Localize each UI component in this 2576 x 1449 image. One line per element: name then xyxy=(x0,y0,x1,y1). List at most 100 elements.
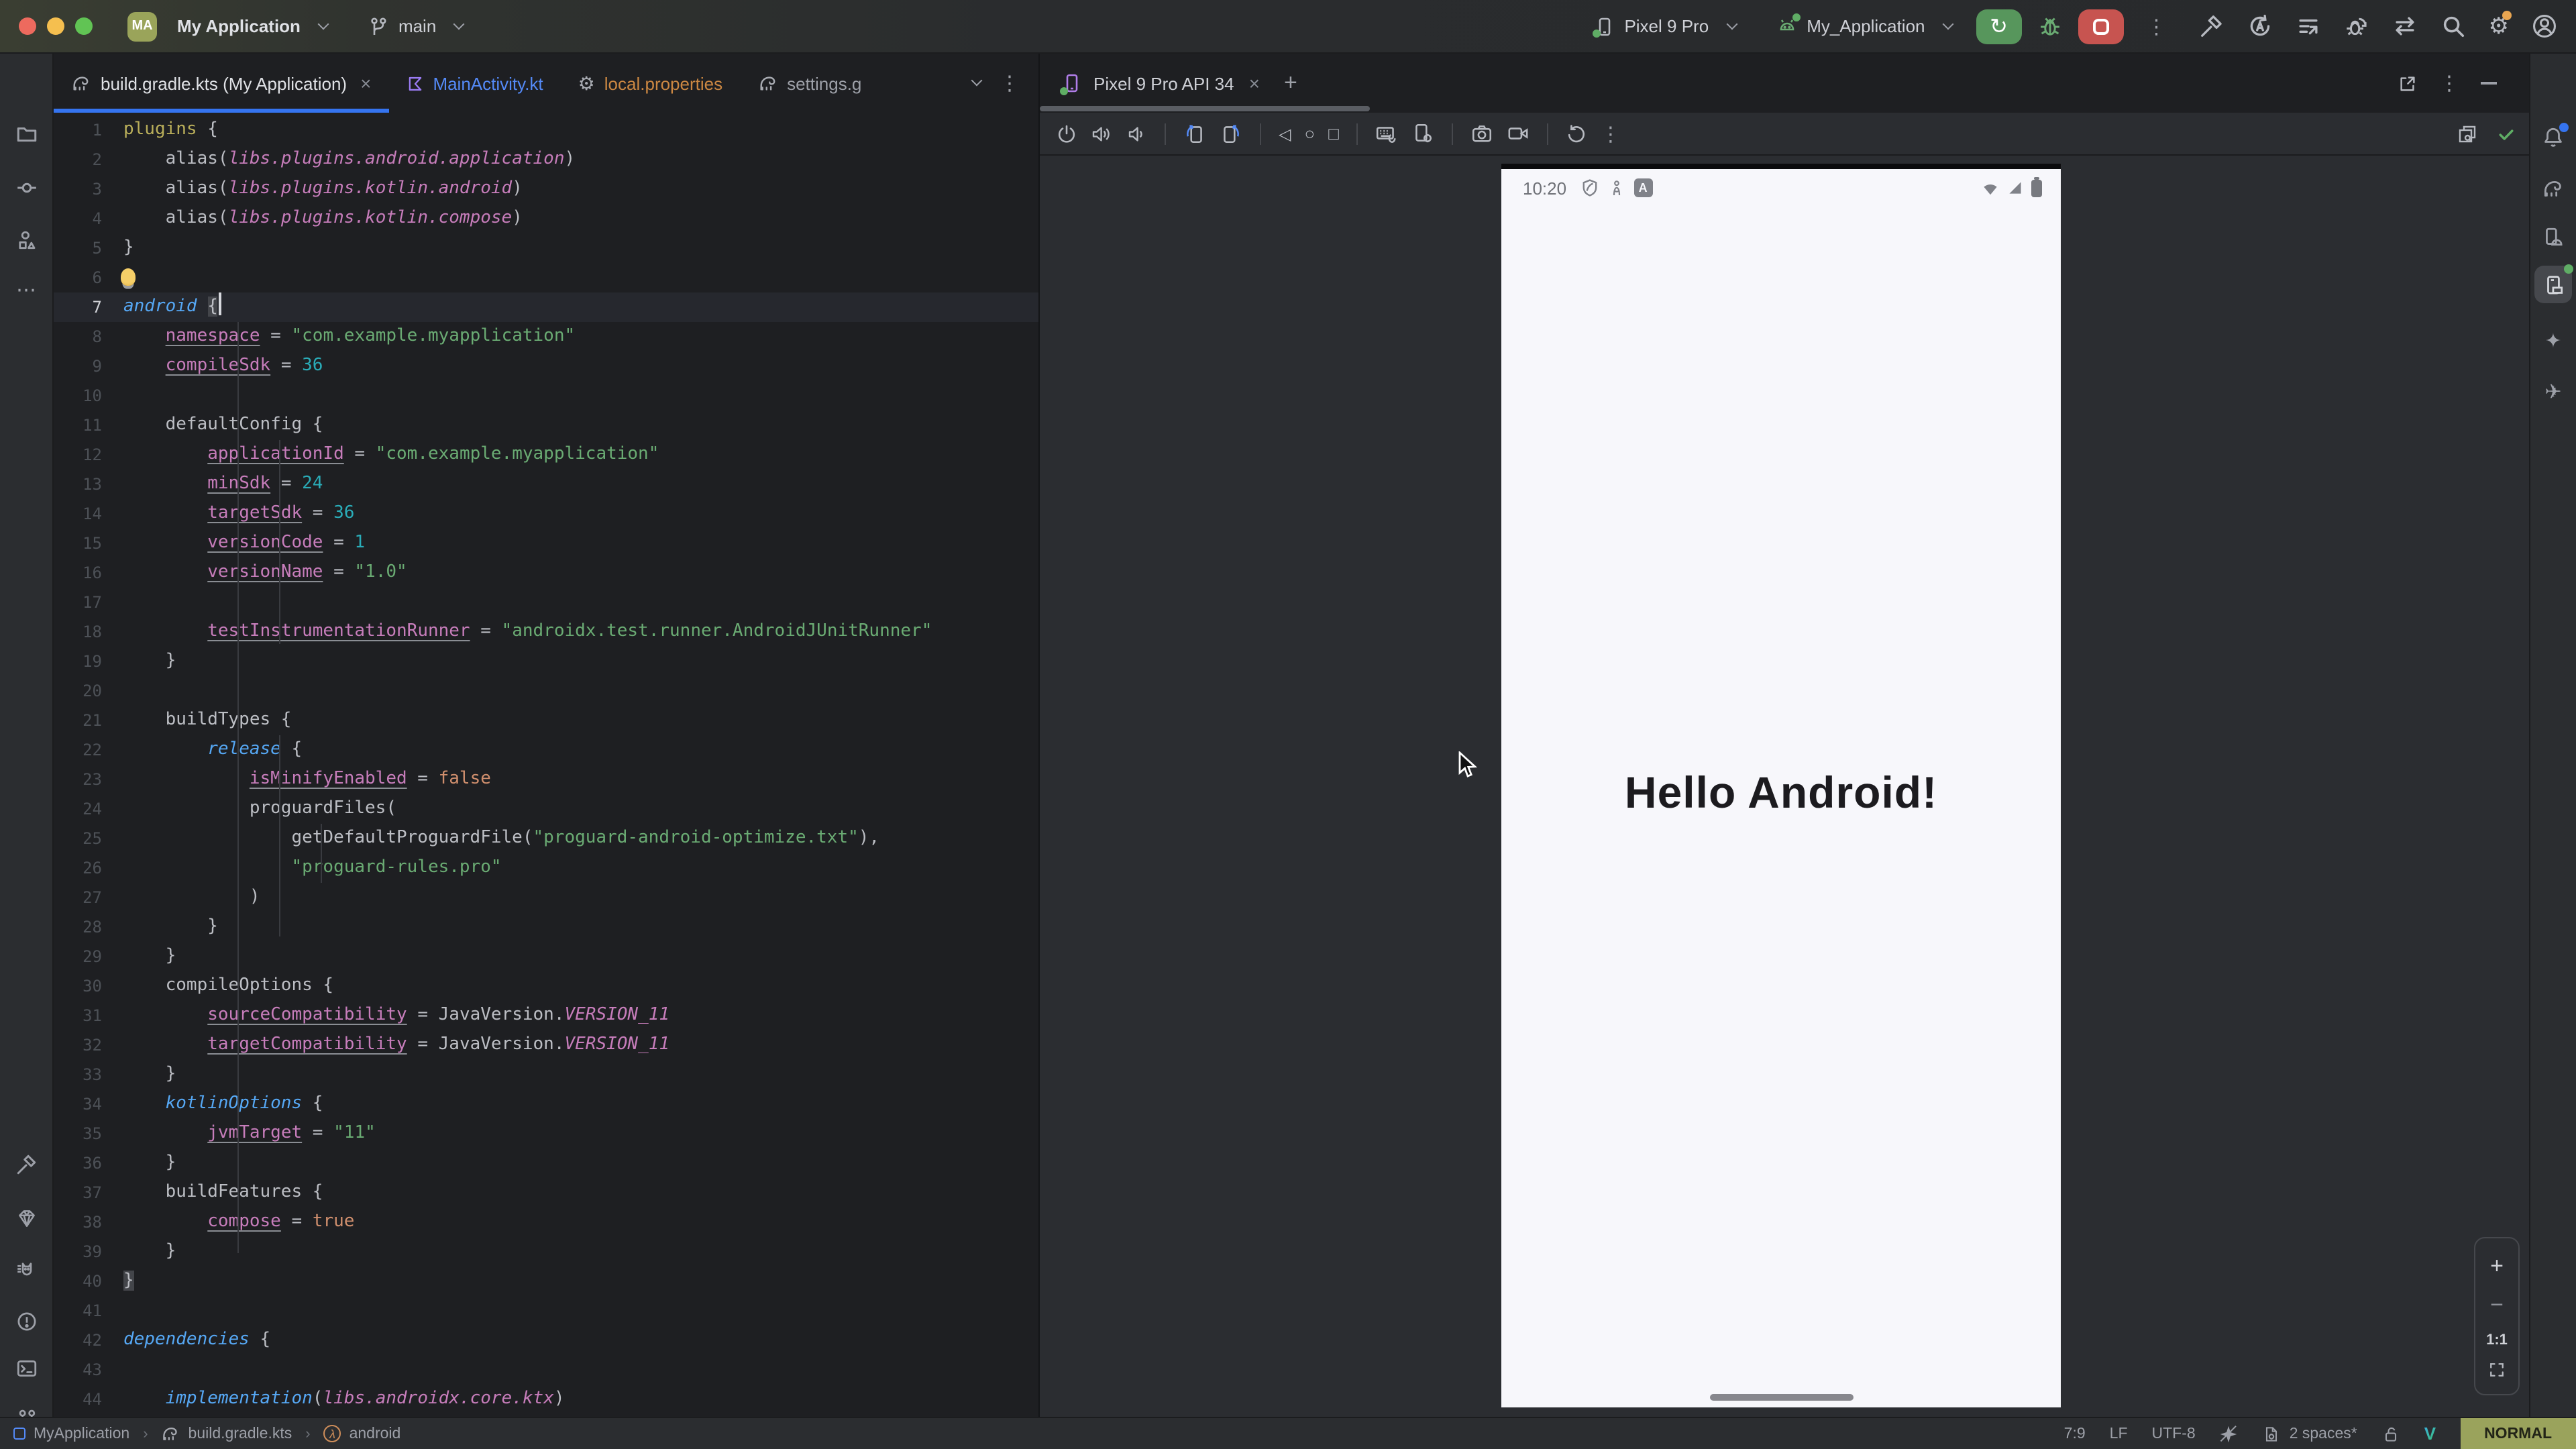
maximize-window-button[interactable] xyxy=(75,17,93,35)
attach-debugger-icon[interactable] xyxy=(2344,13,2369,39)
code-line-9[interactable]: 9 compileSdk = 36 xyxy=(54,352,1038,381)
code-line-17[interactable]: 17 xyxy=(54,588,1038,617)
code-line-10[interactable]: 10 xyxy=(54,381,1038,411)
code-line-36[interactable]: 36 } xyxy=(54,1148,1038,1178)
back-icon[interactable]: ◁ xyxy=(1279,124,1291,143)
code-line-6[interactable]: 6 xyxy=(54,263,1038,292)
caret-position-widget[interactable]: 7:9 xyxy=(2064,1426,2086,1442)
tab-build-gradle-kts[interactable]: build.gradle.kts (My Application) × xyxy=(54,54,388,113)
code-line-25[interactable]: 25 getDefaultProguardFile("proguard-andr… xyxy=(54,824,1038,853)
code-line-5[interactable]: 5} xyxy=(54,233,1038,263)
plane-icon[interactable]: ✈ xyxy=(2544,380,2561,404)
rerun-button[interactable]: ↻ xyxy=(1976,9,2022,44)
power-icon[interactable] xyxy=(1056,123,1077,144)
code-line-1[interactable]: 1plugins { xyxy=(54,115,1038,145)
home-icon[interactable]: ○ xyxy=(1304,123,1315,144)
screenshot-camera-icon[interactable] xyxy=(1470,122,1493,145)
zoom-out-button[interactable]: − xyxy=(2490,1293,2504,1320)
code-line-40[interactable]: 40} xyxy=(54,1267,1038,1296)
settings-gear-icon[interactable]: ⚙ xyxy=(2489,13,2510,40)
code-line-26[interactable]: 26 "proguard-rules.pro" xyxy=(54,853,1038,883)
code-line-39[interactable]: 39 } xyxy=(54,1237,1038,1267)
volume-up-icon[interactable] xyxy=(1091,123,1112,144)
code-line-41[interactable]: 41 xyxy=(54,1296,1038,1326)
tab-options-kebab[interactable]: ⋮ xyxy=(1000,71,1020,95)
device-settings-icon[interactable] xyxy=(1411,122,1434,145)
zoom-in-button[interactable]: + xyxy=(2490,1253,2504,1280)
code-line-15[interactable]: 15 versionCode = 1 xyxy=(54,529,1038,558)
code-line-34[interactable]: 34 kotlinOptions { xyxy=(54,1089,1038,1119)
running-devices-icon-active[interactable] xyxy=(2534,266,2572,303)
code-line-12[interactable]: 12 applicationId = "com.example.myapplic… xyxy=(54,440,1038,470)
code-line-28[interactable]: 28 } xyxy=(54,912,1038,942)
run-configuration-selector[interactable]: My_Application xyxy=(1776,15,1951,37)
snapshot-reset-icon[interactable] xyxy=(1566,123,1587,144)
terminal-icon[interactable] xyxy=(15,1357,38,1380)
vcs-branch-widget[interactable]: main xyxy=(368,15,463,37)
tab-pixel-9-pro-api-34[interactable]: Pixel 9 Pro API 34 × xyxy=(1056,72,1265,94)
tab-local-properties[interactable]: ⚙ local.properties xyxy=(561,54,740,113)
indent-widget[interactable]: 2 spaces* xyxy=(2290,1426,2357,1442)
zoom-ratio-button[interactable]: 1:1 xyxy=(2486,1332,2508,1348)
ai-assistant-disabled-icon[interactable] xyxy=(2220,1424,2239,1443)
code-line-21[interactable]: 21 buildTypes { xyxy=(54,706,1038,735)
code-line-35[interactable]: 35 jvmTarget = "11" xyxy=(54,1119,1038,1148)
code-line-8[interactable]: 8 namespace = "com.example.myapplication… xyxy=(54,322,1038,352)
code-line-11[interactable]: 11 defaultConfig { xyxy=(54,411,1038,440)
close-icon[interactable]: × xyxy=(1249,72,1260,94)
encoding-widget[interactable]: UTF-8 xyxy=(2152,1426,2196,1442)
emulator-screen[interactable]: 10:20 A Hello Android! xyxy=(1501,164,2061,1407)
code-line-30[interactable]: 30 compileOptions { xyxy=(54,971,1038,1001)
device-selector[interactable]: Pixel 9 Pro xyxy=(1593,15,1735,37)
lock-icon[interactable] xyxy=(2381,1424,2400,1443)
line-ending-widget[interactable]: LF xyxy=(2110,1426,2128,1442)
vim-plugin-icon[interactable]: V xyxy=(2424,1424,2436,1444)
code-line-24[interactable]: 24 proguardFiles( xyxy=(54,794,1038,824)
device-more-kebab[interactable]: ⋮ xyxy=(1601,121,1621,146)
volume-down-icon[interactable] xyxy=(1126,123,1147,144)
display-clone-icon[interactable] xyxy=(2457,123,2478,144)
device-manager-icon[interactable] xyxy=(2542,226,2565,249)
gemini-sparkle-icon[interactable]: ✦ xyxy=(2544,329,2561,353)
code-line-37[interactable]: 37 buildFeatures { xyxy=(54,1178,1038,1208)
device-streaming-icon[interactable] xyxy=(2392,13,2418,39)
logcat-cat-icon[interactable] xyxy=(15,1259,38,1282)
rotate-right-icon[interactable] xyxy=(1220,122,1242,145)
code-line-14[interactable]: 14 targetSdk = 36 xyxy=(54,499,1038,529)
code-line-33[interactable]: 33 } xyxy=(54,1060,1038,1089)
more-actions-kebab[interactable]: ⋮ xyxy=(2147,14,2167,38)
build-hammer-icon[interactable] xyxy=(2199,13,2224,39)
intention-bulb-icon[interactable] xyxy=(121,268,136,286)
tab-settings-gradle[interactable]: settings.g xyxy=(740,54,879,113)
structure-icon[interactable] xyxy=(15,229,38,252)
build-tool-icon[interactable] xyxy=(15,1153,38,1176)
problems-icon[interactable] xyxy=(15,1310,38,1333)
vim-mode-badge[interactable]: NORMAL xyxy=(2460,1418,2576,1449)
new-device-tab-button[interactable]: + xyxy=(1284,70,1297,97)
code-line-42[interactable]: 42dependencies { xyxy=(54,1326,1038,1355)
code-line-32[interactable]: 32 targetCompatibility = JavaVersion.VER… xyxy=(54,1030,1038,1060)
panel-options-kebab[interactable]: ⋮ xyxy=(2439,71,2459,95)
code-line-38[interactable]: 38 compose = true xyxy=(54,1208,1038,1237)
code-line-19[interactable]: 19 } xyxy=(54,647,1038,676)
code-line-3[interactable]: 3 alias(libs.plugins.kotlin.android) xyxy=(54,174,1038,204)
code-line-13[interactable]: 13 minSdk = 24 xyxy=(54,470,1038,499)
show-keyboard-icon[interactable] xyxy=(1375,122,1398,145)
close-icon[interactable]: × xyxy=(360,72,371,94)
rotate-left-icon[interactable] xyxy=(1183,122,1206,145)
code-line-7[interactable]: 7android { xyxy=(54,292,1038,322)
stop-button[interactable] xyxy=(2078,9,2124,44)
open-in-new-window-icon[interactable] xyxy=(2398,73,2418,93)
hide-panel-icon[interactable] xyxy=(2481,82,2497,84)
screen-record-icon[interactable] xyxy=(1507,122,1529,145)
gesture-navigation-bar[interactable] xyxy=(1709,1394,1853,1400)
project-widget[interactable]: MA My Application xyxy=(127,11,327,41)
code-line-22[interactable]: 22 release { xyxy=(54,735,1038,765)
code-line-23[interactable]: 23 isMinifyEnabled = false xyxy=(54,765,1038,794)
code-line-16[interactable]: 16 versionName = "1.0" xyxy=(54,558,1038,588)
debug-button[interactable] xyxy=(2038,14,2062,38)
code-line-4[interactable]: 4 alias(libs.plugins.kotlin.compose) xyxy=(54,204,1038,233)
zoom-fit-icon[interactable] xyxy=(2487,1361,2506,1380)
tab-mainactivity-kt[interactable]: MainActivity.kt xyxy=(388,54,560,113)
app-quality-insights-gem-icon[interactable] xyxy=(15,1207,38,1230)
